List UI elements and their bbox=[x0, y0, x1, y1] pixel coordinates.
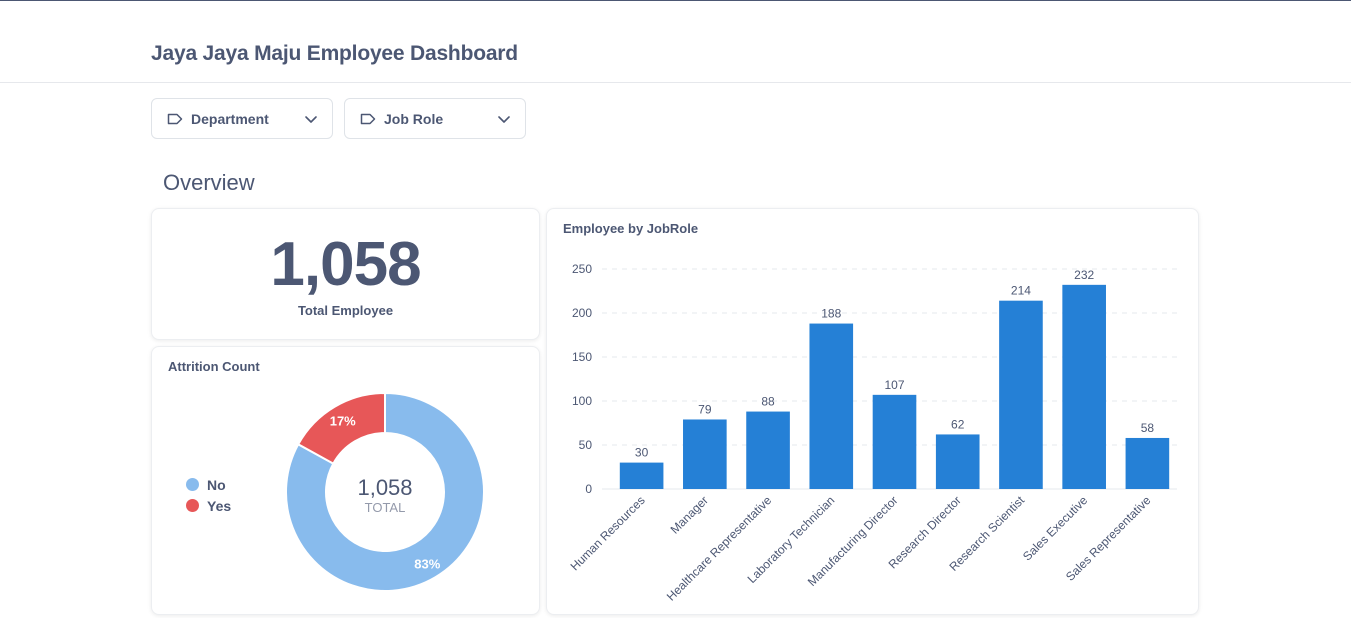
bar-healthcare-representative[interactable] bbox=[746, 411, 790, 489]
filter-job-role[interactable]: Job Role bbox=[344, 98, 526, 139]
filter-department[interactable]: Department bbox=[151, 98, 333, 139]
y-tick-label: 250 bbox=[572, 262, 592, 276]
bar-human-resources[interactable] bbox=[619, 462, 664, 489]
bar-manager[interactable] bbox=[683, 419, 727, 489]
dashboard-header: Jaya Jaya Maju Employee Dashboard bbox=[0, 1, 1351, 83]
bar-value-label: 107 bbox=[884, 378, 904, 392]
bar-value-label: 188 bbox=[821, 307, 841, 321]
filter-department-label: Department bbox=[191, 110, 269, 127]
bar-research-scientist[interactable] bbox=[999, 300, 1043, 489]
y-tick-label: 200 bbox=[572, 306, 592, 320]
donut-total-value: 1,058 bbox=[357, 475, 412, 500]
section-title: Overview bbox=[163, 170, 255, 195]
x-tick-label: Healthcare Representative bbox=[664, 493, 775, 604]
kpi-card-total-employee: 1,058 Total Employee bbox=[151, 208, 540, 340]
dashboard-title: Jaya Jaya Maju Employee Dashboard bbox=[151, 42, 518, 65]
filter-job-role-label: Job Role bbox=[384, 110, 444, 127]
bar-research-director[interactable] bbox=[935, 434, 980, 489]
bar-value-label: 30 bbox=[635, 446, 649, 460]
x-tick-label: Human Resources bbox=[568, 493, 648, 573]
bar-value-label: 214 bbox=[1011, 284, 1031, 298]
bar-manufacturing-director[interactable] bbox=[872, 394, 917, 489]
x-tick-label: Manager bbox=[668, 493, 711, 536]
jobrole-card: Employee by JobRole 0 50 100 150 200 250 30 Hum… bbox=[546, 208, 1199, 615]
bar-sales-representative[interactable] bbox=[1125, 437, 1170, 489]
y-tick-label: 50 bbox=[579, 438, 593, 452]
chevron-down-icon bbox=[498, 116, 510, 123]
donut-slice-label: 83% bbox=[414, 556, 440, 571]
y-tick-label: 0 bbox=[585, 482, 592, 496]
y-tick-label: 100 bbox=[572, 394, 592, 408]
kpi-label: Total Employee bbox=[297, 303, 394, 318]
donut-slice-label: 17% bbox=[330, 414, 356, 429]
bar-sales-executive[interactable] bbox=[1062, 284, 1106, 489]
chevron-down-icon bbox=[305, 116, 317, 123]
bar-value-label: 88 bbox=[761, 395, 775, 409]
attrition-donut-chart: 83% 17% 1,058TOTAL bbox=[285, 391, 485, 592]
attrition-card: Attrition Count No Yes 83% 17% 1,058 TOTAL bbox=[151, 346, 540, 615]
bar-value-label: 232 bbox=[1074, 268, 1094, 282]
jobrole-bar-chart: 0 50 100 150 200 250 30 Human Resources 79 Manage… bbox=[568, 262, 1177, 604]
tag-icon bbox=[167, 113, 183, 124]
bar-laboratory-technician[interactable] bbox=[809, 323, 854, 489]
donut-total-label: TOTAL bbox=[365, 500, 406, 515]
y-tick-label: 150 bbox=[572, 350, 592, 364]
tag-icon bbox=[360, 113, 376, 124]
x-tick-label: Sales Executive bbox=[1020, 493, 1091, 564]
bar-value-label: 62 bbox=[951, 417, 965, 431]
kpi-value: 1,058 bbox=[270, 230, 421, 299]
bar-value-label: 79 bbox=[698, 402, 712, 416]
bar-value-label: 58 bbox=[1141, 421, 1155, 435]
